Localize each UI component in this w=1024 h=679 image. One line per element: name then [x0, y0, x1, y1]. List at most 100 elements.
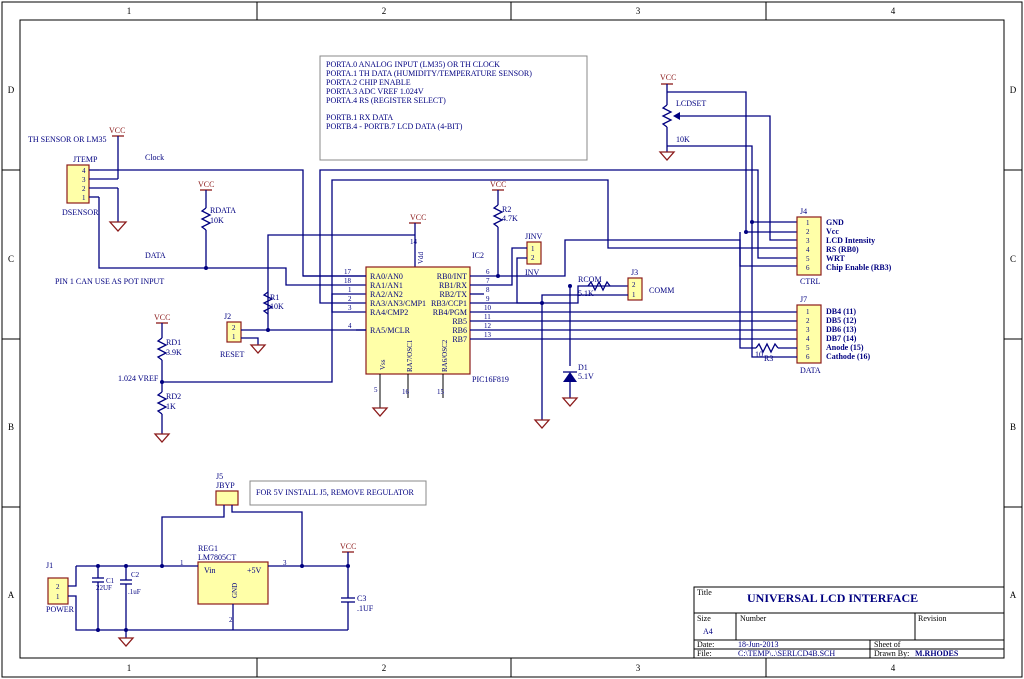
r2-resistor: VCC R2 4.7K: [490, 180, 518, 276]
vcc-label-jtemp: VCC: [109, 126, 125, 135]
date-value: 18-Jun-2013: [738, 640, 778, 649]
j7-label-anode: Anode (15): [826, 343, 864, 352]
row-label-d: D: [8, 85, 15, 95]
note-porta-4: PORTA.4 RS (REGISTER SELECT): [326, 96, 446, 105]
rdata-value: 10K: [210, 216, 224, 225]
rd2-ref: RD2: [166, 392, 181, 401]
j7-label-db4: DB4 (11): [826, 307, 856, 316]
j4-pin-4: 4: [806, 246, 810, 254]
vcc-label-rdata: VCC: [198, 180, 214, 189]
rd1-ref: RD1: [166, 338, 181, 347]
ic2-rb4: RB4/PGM: [433, 308, 467, 317]
note-portb-1: PORTB.4 - PORTB.7 LCD DATA (4-BIT): [326, 122, 463, 131]
ic2-pin-12: 12: [484, 322, 492, 330]
ic2-pin-7: 7: [486, 277, 490, 285]
j7-pin-4: 4: [806, 335, 810, 343]
j2-ref: J2: [224, 312, 231, 321]
j7-pin-6: 6: [806, 353, 810, 361]
ic2-pin-13: 13: [484, 331, 492, 339]
jinv-pin-1: 1: [531, 245, 535, 253]
jtemp-header-note: TH SENSOR OR LM35: [28, 135, 106, 144]
schematic-title: UNIVERSAL LCD INTERFACE: [747, 591, 918, 605]
c3-capacitor: VCC C3 .1UF: [340, 542, 374, 630]
ic2-pin-17: 17: [344, 268, 352, 276]
date-label: Date:: [697, 640, 714, 649]
rcom-value: 5.1K: [578, 289, 594, 298]
row-label-d-right: D: [1010, 85, 1017, 95]
jtemp-pin-3: 3: [82, 176, 86, 184]
j1-pin-2: 2: [56, 583, 60, 591]
vref-divider: VCC RD1 3.9K 1.024 VREF RD2 1K: [118, 313, 182, 443]
j4-label-chip-enable: Chip Enable (RB3): [826, 263, 892, 272]
j7-label-cathode: Cathode (16): [826, 352, 871, 361]
j2-pin-2: 2: [232, 324, 236, 332]
ic2-ra1: RA1/AN1: [370, 281, 403, 290]
ic2-osc1-num: 16: [402, 388, 410, 396]
ic2-ra0: RA0/AN0: [370, 272, 403, 281]
j4-label-rs: RS (RB0): [826, 245, 859, 254]
col-label-1-bottom: 1: [127, 663, 132, 673]
jtemp-pin-1: 1: [82, 194, 86, 202]
ic2-pin-8: 8: [486, 286, 490, 294]
j4-label-wrt: WRT: [826, 254, 845, 263]
ic2-vdd: Vdd: [417, 251, 425, 264]
j7-name: DATA: [800, 366, 821, 375]
jinv-ref: JINV: [525, 232, 543, 241]
col-label-4: 4: [891, 6, 896, 16]
j4-label-intensity: LCD Intensity: [826, 236, 875, 245]
j2-reset-connector: J2 2 1 RESET: [220, 312, 366, 359]
ic2-ref: IC2: [472, 251, 484, 260]
reg1-gnd: GND: [231, 583, 239, 598]
col-label-4-bottom: 4: [891, 663, 896, 673]
net-label-data: DATA: [145, 251, 166, 260]
ic2-name: PIC16F819: [472, 375, 509, 384]
j7-pin-1: 1: [806, 308, 810, 316]
d1-ref: D1: [578, 363, 588, 372]
j5-name: JBYP: [216, 481, 235, 490]
jinv-pin-2: 2: [531, 254, 535, 262]
c2-value: .1uF: [128, 588, 141, 596]
jtemp-name: DSENSOR: [62, 208, 99, 217]
size-label: Size: [697, 614, 711, 623]
ic2-pin-11: 11: [484, 313, 491, 321]
j7-pin-5: 5: [806, 344, 810, 352]
ic2-pin-10: 10: [484, 304, 492, 312]
j7-label-db6: DB6 (13): [826, 325, 857, 334]
j5-note: FOR 5V INSTALL J5, REMOVE REGULATOR: [256, 488, 415, 497]
j3-name: COMM: [649, 286, 674, 295]
rcom-j3: RCOM 5.1K J3 2 1 COMM: [533, 268, 674, 429]
j7-label-db5: DB5 (12): [826, 316, 857, 325]
vcc-label-r2: VCC: [490, 180, 506, 189]
j4-name: CTRL: [800, 277, 821, 286]
j1-power-connector: J1 2 1 POWER: [46, 561, 348, 647]
rd2-value: 1K: [166, 402, 176, 411]
drawn-value: M.RHODES: [915, 649, 959, 658]
note-porta-3: PORTA.3 ADC VREF 1.024V: [326, 87, 424, 96]
ic2-ra5: RA5/MCLR: [370, 326, 411, 335]
row-label-b: B: [8, 422, 14, 432]
ic2-rb7: RB7: [452, 335, 467, 344]
vcc-label-out: VCC: [340, 542, 356, 551]
col-label-3: 3: [636, 6, 641, 16]
j7-ref: J7: [800, 295, 807, 304]
vcc-label-ic2: VCC: [410, 213, 426, 222]
ic2-rb6: RB6: [452, 326, 467, 335]
row-label-a-right: A: [1010, 590, 1017, 600]
note-porta-1: PORTA.1 TH DATA (HUMIDITY/TEMPERATURE SE…: [326, 69, 532, 78]
pin1-note: PIN 1 CAN USE AS POT INPUT: [55, 277, 164, 286]
j4-ctrl-connector: J4 1 2 3 4 5 6 GND Vcc LCD Intensity RS …: [744, 207, 892, 286]
file-value: C:\TEMP\..\SERLCD4B.SCH: [738, 649, 835, 658]
j4-label-gnd: GND: [826, 218, 844, 227]
j4-pin-5: 5: [806, 255, 810, 263]
ic2-osc1: RA7/OSC1: [406, 339, 414, 372]
lcdset-value: 10K: [676, 135, 690, 144]
sheet-label: Sheet of: [874, 640, 901, 649]
r1-ref: R1: [270, 293, 279, 302]
j4-pin-3: 3: [806, 237, 810, 245]
note-porta-2: PORTA.2 CHIP ENABLE: [326, 78, 411, 87]
ic2-pin-3: 3: [348, 304, 352, 312]
ic2-pic16f819: VCC 14 IC2 PIC16F819 Vdd RA0/AN0 RA1/AN1…: [344, 213, 509, 417]
ic2-pin-6: 6: [486, 268, 490, 276]
lcdset-pot: VCC LCDSET 10K: [658, 73, 797, 241]
j7-pin-2: 2: [806, 317, 810, 325]
